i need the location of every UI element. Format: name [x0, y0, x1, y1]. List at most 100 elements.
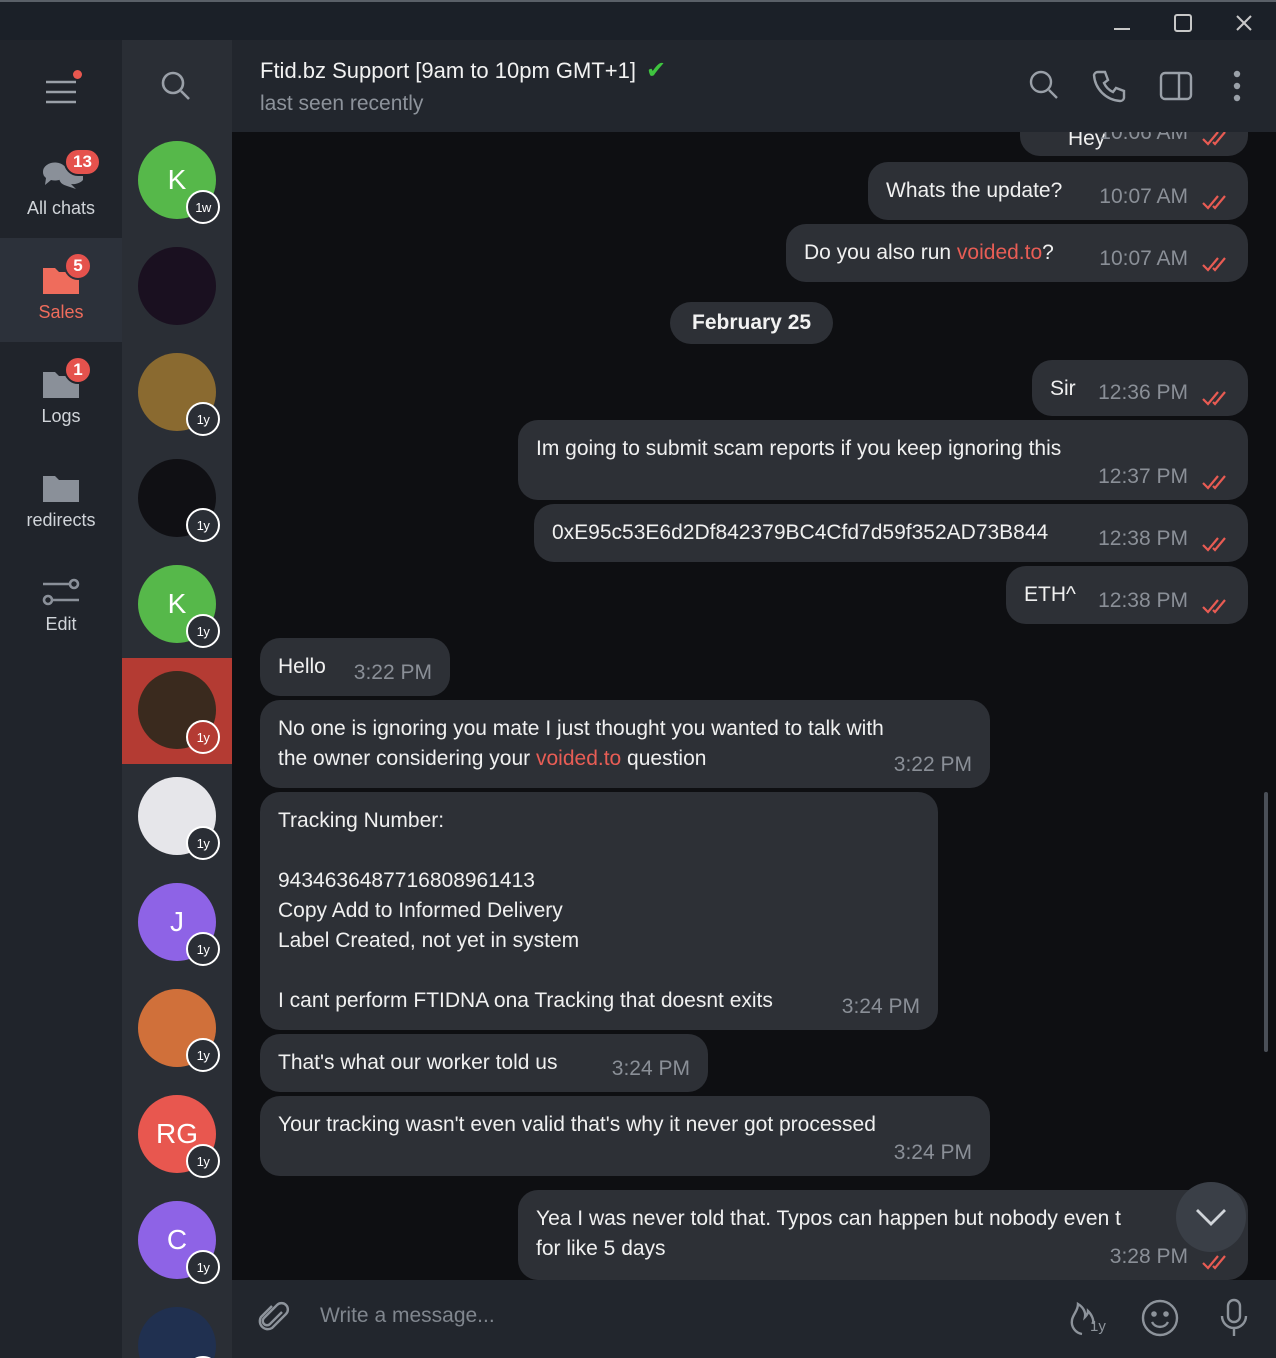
folder-logs[interactable]: 1 Logs: [0, 342, 122, 446]
folder-badge: 13: [64, 148, 101, 176]
more-menu-button[interactable]: [1222, 66, 1262, 106]
message-meta: 3:24 PM: [612, 1054, 690, 1084]
chat-list-item[interactable]: C 1y: [122, 1188, 232, 1294]
last-seen-badge: 1y: [186, 614, 220, 648]
avatar: [138, 1307, 216, 1358]
message-meta: 10:06 AM: [1099, 132, 1232, 148]
timer-label: 1y: [1090, 1318, 1106, 1335]
close-icon: [1236, 15, 1252, 31]
chat-list-item[interactable]: 1y: [122, 764, 232, 870]
message-time: 12:37 PM: [1098, 465, 1188, 488]
message-meta: 3:24 PM: [842, 992, 920, 1022]
message-text: Tracking Number: 9434636487716808961413 …: [278, 809, 773, 1012]
message-time: 3:24 PM: [611, 1057, 690, 1080]
message-incoming[interactable]: Your tracking wasn't even valid that's w…: [260, 1096, 990, 1176]
last-seen-badge: 1y: [186, 402, 220, 436]
maximize-icon: [1174, 14, 1192, 32]
message-outgoing[interactable]: Do you also run voided.to? 10:07 AM: [786, 224, 1248, 282]
last-seen-badge: 1y: [186, 932, 220, 966]
more-vertical-icon: [1233, 70, 1241, 102]
voice-message-button[interactable]: [1212, 1296, 1256, 1340]
message-time: 12:36 PM: [1098, 381, 1188, 404]
avatar-initials: J: [170, 906, 184, 937]
message-link[interactable]: voided.to: [536, 747, 621, 770]
minimize-icon: [1114, 28, 1130, 30]
folder-redirects[interactable]: redirects: [0, 446, 122, 550]
avatar-initials: RG: [156, 1118, 198, 1149]
avatar: [138, 247, 216, 325]
message-outgoing[interactable]: Whats the update? 10:07 AM: [868, 162, 1248, 220]
message-meta: 10:07 AM: [1099, 244, 1232, 274]
close-button[interactable]: [1214, 6, 1274, 40]
message-meta: 12:38 PM: [1098, 586, 1232, 616]
last-seen-badge: 1y: [186, 508, 220, 542]
message-composer: Write a message... 1y: [232, 1280, 1276, 1358]
message-incoming[interactable]: No one is ignoring you mate I just thoug…: [260, 700, 990, 788]
self-destruct-timer-button[interactable]: 1y: [1064, 1296, 1108, 1340]
scrollbar[interactable]: [1264, 792, 1268, 1052]
window-titlebar: [0, 0, 1276, 40]
chat-list-item[interactable]: K 1y: [122, 552, 232, 658]
chat-list-item[interactable]: 1y: [122, 1294, 232, 1358]
message-outgoing[interactable]: Sir 12:36 PM: [1032, 360, 1248, 416]
message-outgoing[interactable]: ETH^ 12:38 PM: [1006, 566, 1248, 624]
message-time: 3:22 PM: [353, 661, 432, 684]
attach-button[interactable]: [254, 1298, 294, 1338]
date-separator: February 25: [670, 302, 834, 344]
call-button[interactable]: [1090, 66, 1130, 106]
paperclip-icon: [258, 1302, 289, 1331]
message-incoming[interactable]: That's what our worker told us 3:24 PM: [260, 1034, 708, 1092]
main-menu-button[interactable]: [36, 70, 86, 104]
folder-all-chats[interactable]: 13 All chats: [0, 134, 122, 238]
hamburger-icon: [46, 80, 76, 104]
last-seen-badge: 1y: [186, 1144, 220, 1178]
message-time: 3:24 PM: [841, 995, 920, 1018]
message-link[interactable]: voided.to: [957, 241, 1042, 264]
chat-list-item[interactable]: K 1w: [122, 128, 232, 234]
message-area[interactable]: Hey 10:06 AM Whats the update? 10:07 AM …: [232, 132, 1276, 1280]
message-meta: 12:38 PM: [1098, 524, 1232, 554]
message-time: 3:22 PM: [893, 753, 972, 776]
chat-list-item[interactable]: 1y: [122, 976, 232, 1082]
message-meta: 12:36 PM: [1098, 378, 1232, 408]
chat-list-item[interactable]: [122, 234, 232, 340]
chat-list-item[interactable]: RG 1y: [122, 1082, 232, 1188]
message-outgoing[interactable]: Im going to submit scam reports if you k…: [518, 420, 1248, 500]
message-outgoing[interactable]: 0xE95c53E6d2Df842379BC4Cfd7d59f352AD73B8…: [534, 504, 1248, 562]
minimize-button[interactable]: [1092, 6, 1152, 40]
message-meta: 10:07 AM: [1099, 182, 1232, 212]
message-meta: 3:24 PM: [894, 1138, 972, 1168]
folder-edit[interactable]: Edit: [0, 550, 122, 654]
chat-list-item[interactable]: J 1y: [122, 870, 232, 976]
message-outgoing[interactable]: Hey 10:06 AM: [1020, 132, 1248, 156]
emoji-button[interactable]: [1138, 1296, 1182, 1340]
message-text: No one is ignoring you mate I just thoug…: [278, 717, 884, 770]
message-input[interactable]: Write a message...: [320, 1304, 495, 1328]
read-checks-icon: [1202, 251, 1232, 272]
scroll-to-bottom-button[interactable]: [1176, 1182, 1246, 1252]
chat-list-item[interactable]: 1y: [122, 658, 232, 764]
maximize-button[interactable]: [1153, 6, 1213, 40]
folder-label: Edit: [45, 614, 77, 634]
message-time: 12:38 PM: [1098, 589, 1188, 612]
toggle-sidebar-button[interactable]: [1156, 66, 1196, 106]
last-seen-badge: 1y: [186, 720, 220, 754]
message-time: 10:07 AM: [1099, 185, 1188, 208]
search-button[interactable]: [158, 68, 194, 104]
search-messages-button[interactable]: [1024, 66, 1064, 106]
message-time: 3:24 PM: [893, 1141, 972, 1164]
read-checks-icon: [1202, 531, 1232, 552]
message-time: 10:07 AM: [1099, 247, 1188, 270]
read-checks-icon: [1202, 469, 1232, 490]
message-time: 10:06 AM: [1099, 132, 1188, 144]
folder-icon: [43, 476, 79, 502]
chat-list-item[interactable]: 1y: [122, 340, 232, 446]
message-outgoing[interactable]: Yea I was never told that. Typos can hap…: [518, 1190, 1248, 1280]
chat-title[interactable]: Ftid.bz Support [9am to 10pm GMT+1] ✔: [260, 56, 666, 85]
sliders-icon: [42, 578, 80, 606]
message-incoming[interactable]: Hello 3:22 PM: [260, 638, 450, 696]
notification-dot: [73, 70, 82, 79]
folder-sales[interactable]: 5 Sales: [0, 238, 122, 342]
chat-list-item[interactable]: 1y: [122, 446, 232, 552]
message-incoming[interactable]: Tracking Number: 9434636487716808961413 …: [260, 792, 938, 1030]
